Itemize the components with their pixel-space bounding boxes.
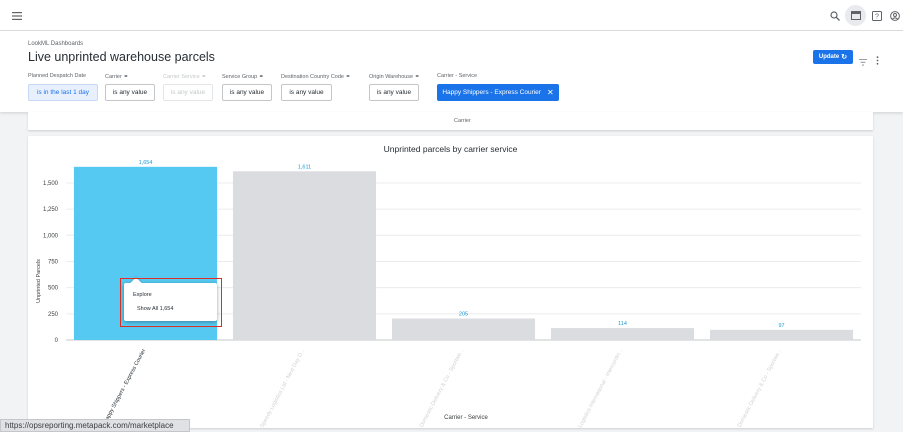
y-tick-label: 1,000 [43, 233, 59, 239]
filter-label-despatch-date: Planned Despatch Date [28, 73, 87, 79]
breadcrumb[interactable]: LookML Dashboards [28, 41, 83, 47]
bar [391, 318, 536, 340]
dashboard-icon[interactable] [845, 5, 866, 26]
x-tick-label: Domestic Delivery & Co - Sportwe... [737, 348, 784, 428]
data-label: 205 [459, 312, 468, 318]
filter-label-origin-warehouse-text: Origin Warehouse [369, 74, 414, 80]
link-icon: ⚭ [258, 74, 264, 80]
close-icon[interactable]: ✕ [547, 88, 554, 97]
filter-label-origin-warehouse: Origin Warehouse ⚭ [369, 73, 420, 80]
filter-carrier-service[interactable]: is any value [163, 84, 213, 101]
link-icon: ⚭ [414, 74, 420, 80]
data-label: 114 [618, 321, 627, 327]
data-label: 97 [778, 323, 784, 329]
y-axis-title: Unprinted Parcels [36, 259, 42, 303]
x-tick-label: Logistics International - Intercontin... [577, 348, 624, 428]
status-bar-url: https://opsreporting.metapack.com/market… [0, 419, 190, 432]
filter-service-group[interactable]: is any value [222, 84, 272, 101]
previous-chart-x-axis-label: Carrier [454, 118, 471, 124]
search-icon[interactable] [826, 7, 843, 24]
y-tick-label: 0 [55, 338, 59, 344]
filter-label-carrier-service-text: Carrier Service [163, 74, 200, 80]
refresh-icon: ↻ [841, 54, 848, 61]
filter-origin-warehouse[interactable]: is any value [369, 84, 419, 101]
page-title: Live unprinted warehouse parcels [28, 50, 215, 64]
y-tick-label: 500 [48, 286, 59, 292]
x-tick-label: Happy Shippers - Express Courier [103, 348, 148, 425]
previous-chart-card: Carrier [28, 112, 873, 130]
bar [709, 329, 854, 340]
update-label: Update [818, 54, 840, 60]
bar [232, 171, 377, 340]
y-tick-label: 750 [48, 259, 59, 265]
link-icon: ⚭ [201, 74, 207, 80]
bar [550, 328, 695, 340]
filter-icon[interactable] [859, 53, 867, 71]
highlight-box [120, 278, 222, 327]
filter-label-destination-country-text: Destination Country Code [281, 74, 344, 80]
y-tick-label: 1,250 [43, 207, 59, 213]
filter-label-carrier-text: Carrier [105, 74, 122, 80]
y-tick-label: 250 [48, 312, 59, 318]
svg-text:?: ? [875, 13, 879, 20]
link-icon: ⚭ [345, 74, 351, 80]
top-bar: ? [0, 0, 903, 31]
dashboard-header: LookML Dashboards Live unprinted warehou… [0, 31, 903, 112]
filter-label-carrier: Carrier ⚭ [105, 73, 128, 80]
update-button[interactable]: Update ↻ [813, 50, 853, 64]
x-tick-label: Speedy Logistics Ltd - Next Day D... [259, 348, 306, 428]
filter-label-destination-country: Destination Country Code ⚭ [281, 73, 351, 80]
filter-label-service-group-text: Service Group [222, 74, 258, 80]
filter-carrier[interactable]: is any value [105, 84, 155, 101]
data-label: 1,611 [298, 164, 311, 170]
filter-destination-country[interactable]: is any value [281, 84, 332, 101]
x-axis-title: Carrier - Service [444, 415, 488, 421]
filter-label-service-group: Service Group ⚭ [222, 73, 264, 80]
y-tick-label: 1,500 [43, 181, 59, 187]
data-label: 1,654 [139, 160, 153, 166]
filter-label-carrier-service-combined: Carrier - Service [437, 73, 478, 79]
filter-chip-value: Happy Shippers - Express Courier [442, 89, 541, 96]
filter-label-carrier-service: Carrier Service ⚭ [163, 73, 206, 80]
filter-despatch-date[interactable]: is in the last 1 day [28, 84, 98, 101]
filter-carrier-service-chip[interactable]: Happy Shippers - Express Courier ✕ [437, 84, 559, 101]
link-icon: ⚭ [123, 74, 129, 80]
help-icon[interactable]: ? [868, 7, 885, 24]
more-options-icon[interactable] [876, 52, 879, 70]
menu-icon[interactable] [8, 7, 25, 24]
account-icon[interactable] [886, 7, 903, 24]
